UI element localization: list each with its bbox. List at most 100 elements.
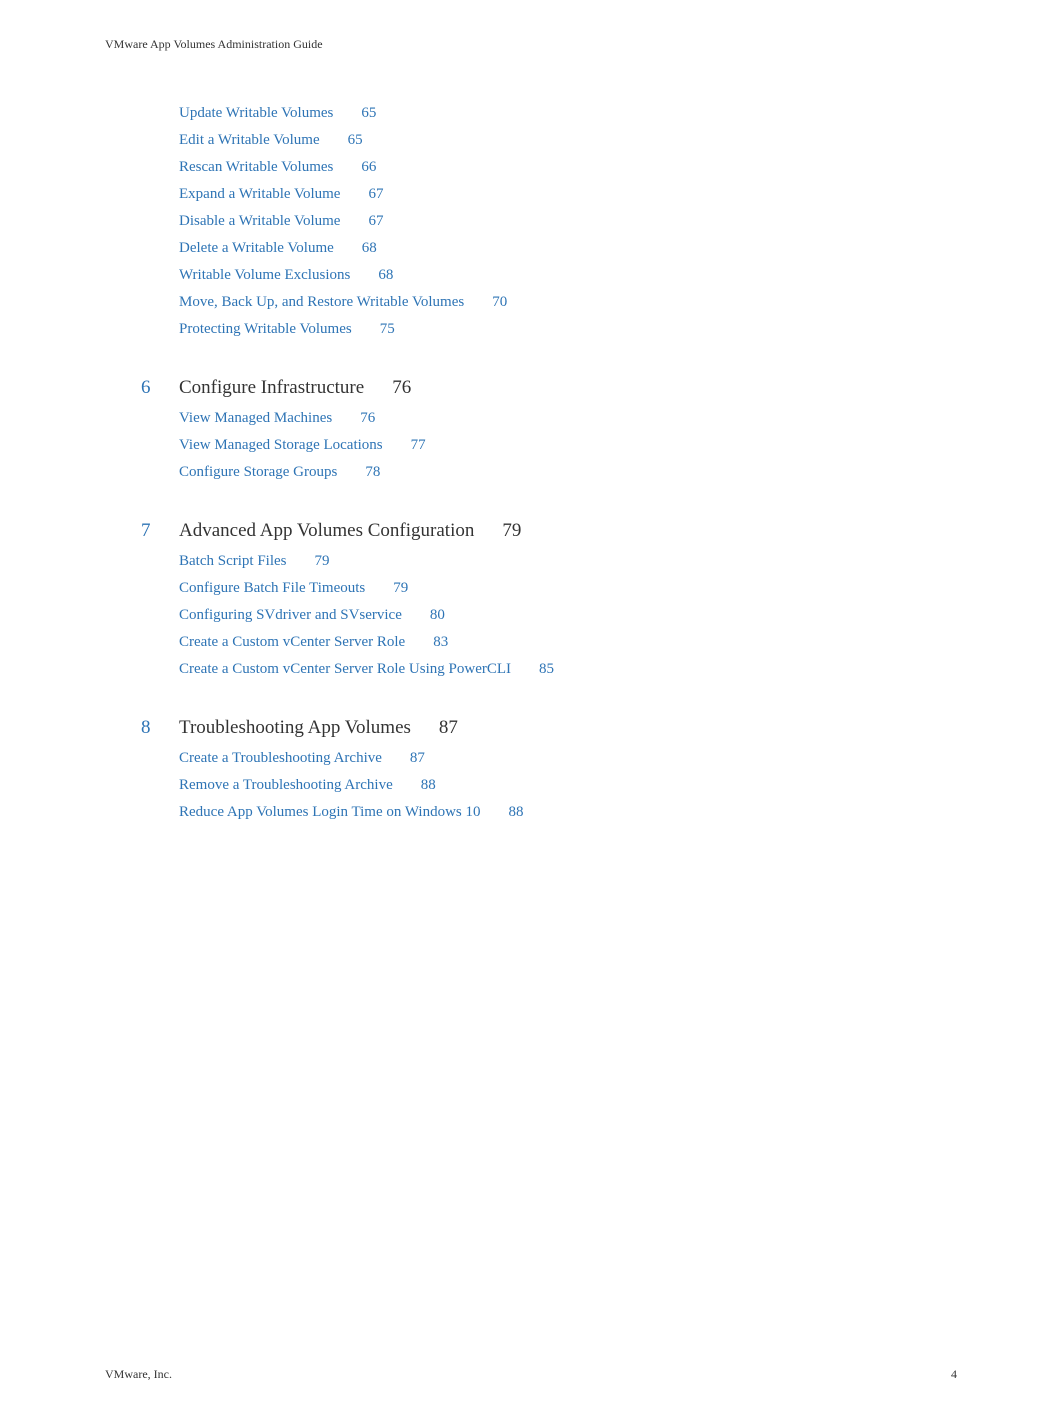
toc-item-page: 70	[492, 294, 507, 310]
toc-link[interactable]: Batch Script Files 79	[179, 553, 330, 569]
toc-sub-item: Update Writable Volumes 65	[179, 100, 957, 127]
toc-item-title: Reduce App Volumes Login Time on Windows…	[179, 804, 481, 820]
page-footer: VMware, Inc. 4	[105, 1367, 957, 1382]
toc-item-page: 68	[378, 267, 393, 283]
toc-item-page: 79	[393, 580, 408, 596]
toc-link[interactable]: Remove a Troubleshooting Archive 88	[179, 777, 436, 793]
toc-link[interactable]: View Managed Storage Locations 77	[179, 437, 426, 453]
chapter-link[interactable]: Troubleshooting App Volumes87	[179, 717, 458, 739]
toc-item-title: Create a Troubleshooting Archive	[179, 750, 382, 766]
toc-link[interactable]: Expand a Writable Volume 67	[179, 186, 383, 202]
orphan-sub-list: Update Writable Volumes 65 Edit a Writable…	[141, 100, 957, 343]
toc-item-title: Protecting Writable Volumes	[179, 321, 352, 337]
chapter-page: 79	[502, 520, 521, 541]
toc-item-page: 77	[411, 437, 426, 453]
toc-link[interactable]: Delete a Writable Volume 68	[179, 240, 377, 256]
toc-item-page: 68	[362, 240, 377, 256]
toc-link[interactable]: Reduce App Volumes Login Time on Windows…	[179, 804, 524, 820]
chapter-heading: 8Troubleshooting App Volumes87	[141, 717, 957, 739]
toc-item-page: 65	[361, 105, 376, 121]
toc-item-page: 87	[410, 750, 425, 766]
toc-link[interactable]: Create a Troubleshooting Archive 87	[179, 750, 425, 766]
toc-item-page: 80	[430, 607, 445, 623]
toc-sub-item: Reduce App Volumes Login Time on Windows…	[179, 799, 957, 826]
toc-link[interactable]: Update Writable Volumes 65	[179, 105, 376, 121]
toc-link[interactable]: Create a Custom vCenter Server Role Usin…	[179, 661, 554, 677]
toc-item-title: Disable a Writable Volume	[179, 213, 340, 229]
chapter-page: 76	[392, 377, 411, 398]
toc-item-page: 66	[361, 159, 376, 175]
toc-item-page: 88	[421, 777, 436, 793]
toc-item-page: 88	[509, 804, 524, 820]
toc-item-page: 76	[360, 410, 375, 426]
footer-company: VMware, Inc.	[105, 1367, 172, 1382]
toc-link[interactable]: View Managed Machines 76	[179, 410, 375, 426]
toc-sub-item: Expand a Writable Volume 67	[179, 181, 957, 208]
toc-link[interactable]: Configuring SVdriver and SVservice 80	[179, 607, 445, 623]
toc-item-title: View Managed Storage Locations	[179, 437, 383, 453]
toc-item-title: View Managed Machines	[179, 410, 332, 426]
toc-link[interactable]: Create a Custom vCenter Server Role 83	[179, 634, 448, 650]
chapter-title: Troubleshooting App Volumes	[179, 717, 411, 738]
chapter-heading: 7Advanced App Volumes Configuration 79	[141, 520, 957, 542]
toc-link[interactable]: Edit a Writable Volume65	[179, 132, 363, 148]
toc-sub-item: Rescan Writable Volumes 66	[179, 154, 957, 181]
toc-item-title: Configuring SVdriver and SVservice	[179, 607, 402, 623]
chapter-sub-list: View Managed Machines 76 View Managed Stor…	[141, 405, 957, 486]
toc-sub-item: View Managed Storage Locations 77	[179, 432, 957, 459]
toc-content: Update Writable Volumes 65 Edit a Writable…	[105, 100, 957, 826]
toc-item-title: Edit a Writable Volume	[179, 132, 320, 148]
toc-sub-item: Writable Volume Exclusions 68	[179, 262, 957, 289]
toc-sub-item: Configure Storage Groups78	[179, 459, 957, 486]
toc-link[interactable]: Move, Back Up, and Restore Writable Volu…	[179, 294, 507, 310]
chapter-title: Advanced App Volumes Configuration	[179, 520, 474, 541]
toc-sub-item: Edit a Writable Volume65	[179, 127, 957, 154]
chapter-sub-list: Batch Script Files79Configure Batch File…	[141, 548, 957, 683]
toc-link[interactable]: Writable Volume Exclusions 68	[179, 267, 393, 283]
toc-item-title: Writable Volume Exclusions	[179, 267, 350, 283]
toc-sub-item: Configure Batch File Timeouts 79	[179, 575, 957, 602]
toc-link[interactable]: Disable a Writable Volume 67	[179, 213, 383, 229]
toc-item-page: 78	[365, 464, 380, 480]
toc-sub-item: Move, Back Up, and Restore Writable Volu…	[179, 289, 957, 316]
chapter-title: Configure Infrastructure	[179, 377, 364, 398]
toc-item-page: 83	[433, 634, 448, 650]
toc-sub-item: Delete a Writable Volume 68	[179, 235, 957, 262]
chapter-sub-list: Create a Troubleshooting Archive 87 Remove…	[141, 745, 957, 826]
chapter-heading: 6Configure Infrastructure 76	[141, 377, 957, 399]
footer-page-number: 4	[951, 1367, 957, 1382]
toc-link[interactable]: Configure Batch File Timeouts 79	[179, 580, 408, 596]
toc-link[interactable]: Protecting Writable Volumes 75	[179, 321, 395, 337]
chapter-number: 8	[141, 717, 179, 739]
toc-sub-item: Batch Script Files 79	[179, 548, 957, 575]
toc-link[interactable]: Configure Storage Groups78	[179, 464, 380, 480]
document-header: VMware App Volumes Administration Guide	[105, 37, 957, 52]
toc-item-page: 75	[380, 321, 395, 337]
toc-item-title: Rescan Writable Volumes	[179, 159, 333, 175]
chapter-link[interactable]: Configure Infrastructure 76	[179, 377, 411, 399]
toc-item-page: 67	[368, 213, 383, 229]
toc-item-title: Expand a Writable Volume	[179, 186, 340, 202]
toc-sub-item: Protecting Writable Volumes 75	[179, 316, 957, 343]
toc-item-page: 79	[315, 553, 330, 569]
toc-item-title: Batch Script Files	[179, 553, 287, 569]
toc-item-title: Remove a Troubleshooting Archive	[179, 777, 393, 793]
toc-item-title: Configure Batch File Timeouts	[179, 580, 365, 596]
toc-link[interactable]: Rescan Writable Volumes 66	[179, 159, 376, 175]
toc-item-page: 67	[368, 186, 383, 202]
toc-sub-item: Remove a Troubleshooting Archive 88	[179, 772, 957, 799]
toc-sub-item: View Managed Machines 76	[179, 405, 957, 432]
toc-item-title: Delete a Writable Volume	[179, 240, 334, 256]
toc-item-page: 85	[539, 661, 554, 677]
toc-sub-item: Create a Custom vCenter Server Role Usin…	[179, 656, 957, 683]
toc-item-title: Update Writable Volumes	[179, 105, 333, 121]
chapter-number: 6	[141, 377, 179, 399]
chapter-link[interactable]: Advanced App Volumes Configuration 79	[179, 520, 521, 542]
toc-item-title: Move, Back Up, and Restore Writable Volu…	[179, 294, 464, 310]
toc-item-title: Create a Custom vCenter Server Role	[179, 634, 405, 650]
toc-sub-item: Create a Troubleshooting Archive 87	[179, 745, 957, 772]
toc-sub-item: Disable a Writable Volume 67	[179, 208, 957, 235]
chapter-number: 7	[141, 520, 179, 542]
toc-sub-item: Create a Custom vCenter Server Role 83	[179, 629, 957, 656]
toc-item-title: Create a Custom vCenter Server Role Usin…	[179, 661, 511, 677]
